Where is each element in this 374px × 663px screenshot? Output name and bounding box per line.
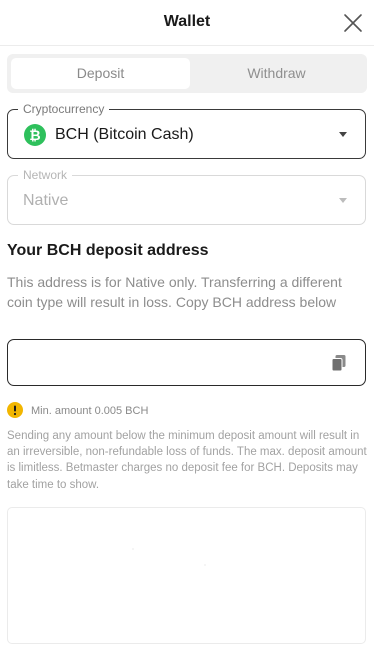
warning-icon	[7, 402, 23, 418]
deposit-withdraw-tabs: Deposit Withdraw	[7, 54, 367, 93]
network-select[interactable]: Network Native	[7, 168, 366, 225]
tab-withdraw[interactable]: Withdraw	[190, 58, 363, 89]
deposit-notice: Sending any amount below the minimum dep…	[7, 430, 367, 491]
deposit-address-description: This address is for Native only. Transfe…	[7, 274, 342, 310]
tab-deposit[interactable]: Deposit	[11, 58, 190, 89]
cryptocurrency-label: Cryptocurrency	[18, 102, 110, 116]
network-label: Network	[18, 168, 73, 182]
qr-placeholder-dot	[132, 548, 134, 550]
close-icon[interactable]	[342, 12, 364, 34]
network-value: Native	[23, 192, 69, 209]
copy-icon[interactable]	[331, 354, 347, 372]
chevron-down-icon	[339, 132, 347, 137]
min-amount-text: Min. amount 0.005 BCH	[31, 405, 149, 417]
qr-code-area	[7, 507, 366, 644]
cryptocurrency-select[interactable]: Cryptocurrency ₿ BCH (Bitcoin Cash)	[7, 102, 366, 159]
page-title: Wallet	[163, 13, 211, 30]
deposit-address-title: Your BCH deposit address	[7, 242, 209, 259]
deposit-address-field[interactable]	[7, 339, 366, 386]
cryptocurrency-value: BCH (Bitcoin Cash)	[55, 126, 194, 143]
bitcoin-cash-icon: ₿	[24, 124, 46, 146]
svg-text:₿: ₿	[29, 128, 40, 144]
wallet-header: Wallet	[0, 0, 374, 46]
chevron-down-icon	[339, 198, 347, 203]
qr-placeholder-dot	[204, 564, 206, 566]
